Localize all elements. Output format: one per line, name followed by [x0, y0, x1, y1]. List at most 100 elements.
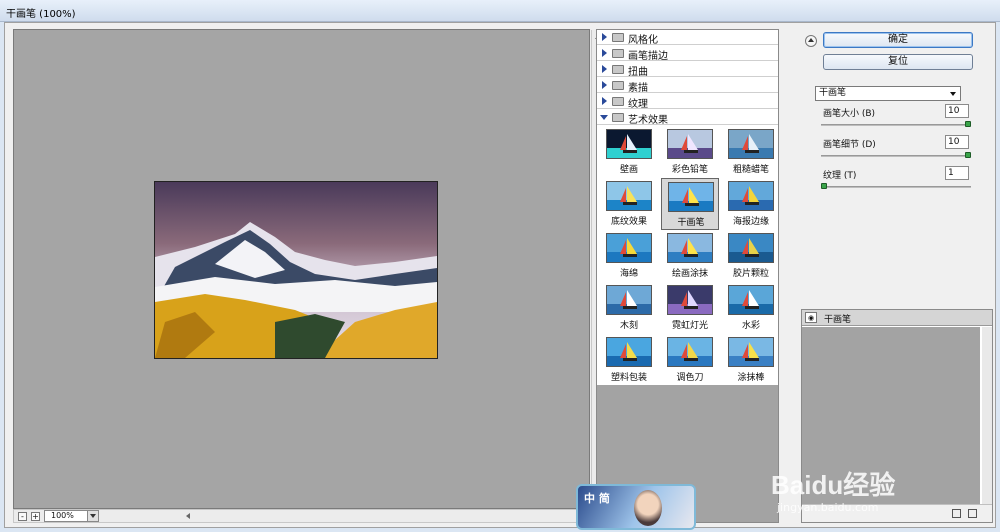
param-label: 画笔大小 (B)	[823, 109, 876, 119]
category-stylize[interactable]: 风格化	[597, 30, 778, 46]
filter-thumb-image	[606, 337, 652, 367]
param-texture: 纹理 (T) 1	[821, 166, 971, 198]
filter-thumb[interactable]: 海报边缘	[722, 178, 780, 230]
category-distort[interactable]: 扭曲	[597, 62, 778, 78]
filter-thumb-label: 粗糙蜡笔	[732, 165, 769, 175]
filter-thumb[interactable]: 木刻	[600, 282, 658, 334]
slider-knob[interactable]	[965, 121, 971, 127]
filter-thumb-image	[606, 129, 652, 159]
filter-thumb[interactable]: 水彩	[722, 282, 780, 334]
avatar-text: 中 简	[584, 492, 610, 505]
filter-thumb-image	[728, 233, 774, 263]
zoom-value: 100%	[51, 511, 74, 520]
chevron-down-icon[interactable]	[87, 511, 98, 521]
filter-thumb-image	[728, 129, 774, 159]
eye-icon[interactable]: ◉	[805, 312, 817, 323]
expand-arrow-icon[interactable]	[602, 65, 607, 73]
filter-thumb-label: 海绵	[619, 269, 638, 279]
brush-size-slider[interactable]	[821, 124, 971, 126]
param-label: 画笔细节 (D)	[823, 140, 876, 150]
folder-icon	[612, 97, 624, 106]
brush-detail-slider[interactable]	[821, 155, 971, 157]
filter-thumb-image	[728, 285, 774, 315]
watermark-url: jingyan.baidu.com	[777, 501, 879, 514]
filter-thumb[interactable]: 干画笔	[661, 178, 719, 230]
folder-icon	[612, 33, 624, 42]
filter-thumb-image	[667, 337, 713, 367]
effect-layer-name: 干画笔	[824, 315, 852, 325]
folder-open-icon	[612, 113, 624, 122]
filter-thumb-image	[728, 181, 774, 211]
filter-gallery: 风格化 画笔描边 扭曲 素描 纹理 艺术效果 壁画 彩色铅笔 粗糙蜡笔底纹效果 干画笔	[596, 29, 779, 523]
avatar-face	[634, 490, 662, 526]
filter-thumb-image	[667, 285, 713, 315]
category-brush-strokes[interactable]: 画笔描边	[597, 46, 778, 62]
chevron-down-icon[interactable]	[950, 92, 956, 96]
param-brush-size: 画笔大小 (B) 10	[821, 104, 971, 136]
filter-thumb-image	[728, 337, 774, 367]
watermark-logo-text: Baidu经验	[771, 470, 896, 500]
param-label: 纹理 (T)	[823, 171, 857, 181]
title-bar: 干画笔 (100%)	[0, 0, 1000, 22]
category-label: 素描	[628, 83, 648, 94]
expand-arrow-icon[interactable]	[602, 49, 607, 57]
zoom-out-button[interactable]: -	[18, 512, 27, 521]
filter-thumb[interactable]: 涂抹棒	[722, 334, 780, 386]
filter-thumb[interactable]: 底纹效果	[600, 178, 658, 230]
param-brush-detail: 画笔细节 (D) 10	[821, 135, 971, 167]
slider-knob[interactable]	[965, 152, 971, 158]
filter-thumb-label: 绘画涂抹	[671, 269, 708, 279]
filter-thumb-label: 木刻	[619, 321, 638, 331]
filter-thumb[interactable]: 粗糙蜡笔	[722, 126, 780, 178]
category-label: 画笔描边	[628, 51, 668, 62]
filter-thumb[interactable]: 塑料包装	[600, 334, 658, 386]
filter-thumb-label: 壁画	[619, 165, 638, 175]
brush-size-input[interactable]: 10	[945, 104, 969, 118]
filter-thumb-label: 水彩	[741, 321, 760, 331]
collapse-arrow-icon[interactable]	[600, 115, 608, 120]
category-texture[interactable]: 纹理	[597, 94, 778, 110]
filter-thumb[interactable]: 绘画涂抹	[661, 230, 719, 282]
filter-select-value: 干画笔	[819, 88, 847, 98]
expand-arrow-icon[interactable]	[602, 81, 607, 89]
landscape-image	[155, 182, 437, 358]
avatar-badge: 中 简	[576, 484, 696, 530]
category-label: 艺术效果	[628, 115, 668, 126]
folder-icon	[612, 65, 624, 74]
filter-thumb-label: 彩色铅笔	[671, 165, 708, 175]
preview-pane[interactable]	[13, 29, 604, 510]
zoom-select[interactable]: 100%	[44, 510, 99, 522]
expand-arrow-icon[interactable]	[602, 97, 607, 105]
window-title: 干画笔 (100%)	[6, 9, 76, 20]
baidu-watermark: Baidu经验 jingyan.baidu.com	[771, 455, 991, 515]
filter-thumb[interactable]: 霓虹灯光	[661, 282, 719, 334]
filter-thumb-label: 塑料包装	[610, 373, 647, 383]
filter-thumb[interactable]: 壁画	[600, 126, 658, 178]
texture-slider[interactable]	[821, 186, 971, 188]
scroll-left-icon[interactable]	[186, 513, 190, 519]
expand-arrow-icon[interactable]	[602, 33, 607, 41]
brush-detail-input[interactable]: 10	[945, 135, 969, 149]
filter-thumb-image	[606, 181, 652, 211]
category-artistic[interactable]: 艺术效果	[597, 110, 778, 126]
filter-thumb-label: 底纹效果	[610, 217, 647, 227]
filter-gallery-dialog: - + 100% 风格化 画笔描边 扭曲 素描 纹理 艺术效果 壁画 彩色铅笔 …	[4, 22, 996, 528]
filter-thumb[interactable]: 调色刀	[661, 334, 719, 386]
slider-knob[interactable]	[821, 183, 827, 189]
zoom-in-button[interactable]: +	[31, 512, 40, 521]
filter-thumb[interactable]: 胶片颗粒	[722, 230, 780, 282]
texture-input[interactable]: 1	[945, 166, 969, 180]
filter-thumb-label: 干画笔	[677, 218, 705, 228]
filter-select[interactable]: 干画笔	[815, 86, 961, 101]
filter-thumb[interactable]: 彩色铅笔	[661, 126, 719, 178]
filter-thumb[interactable]: 海绵	[600, 230, 658, 282]
filter-thumb-label: 海报边缘	[732, 217, 769, 227]
filter-thumb-image	[667, 233, 713, 263]
settings-panel: 确定 复位 干画笔 画笔大小 (B) 10 画笔细节 (D) 10 纹理 (T)…	[801, 29, 993, 315]
effect-layer-row[interactable]: ◉ 干画笔	[802, 310, 992, 326]
category-sketch[interactable]: 素描	[597, 78, 778, 94]
filter-thumb-image	[668, 182, 714, 212]
collapse-gallery-button[interactable]	[805, 35, 817, 47]
reset-button[interactable]: 复位	[823, 54, 973, 70]
ok-button[interactable]: 确定	[823, 32, 973, 48]
